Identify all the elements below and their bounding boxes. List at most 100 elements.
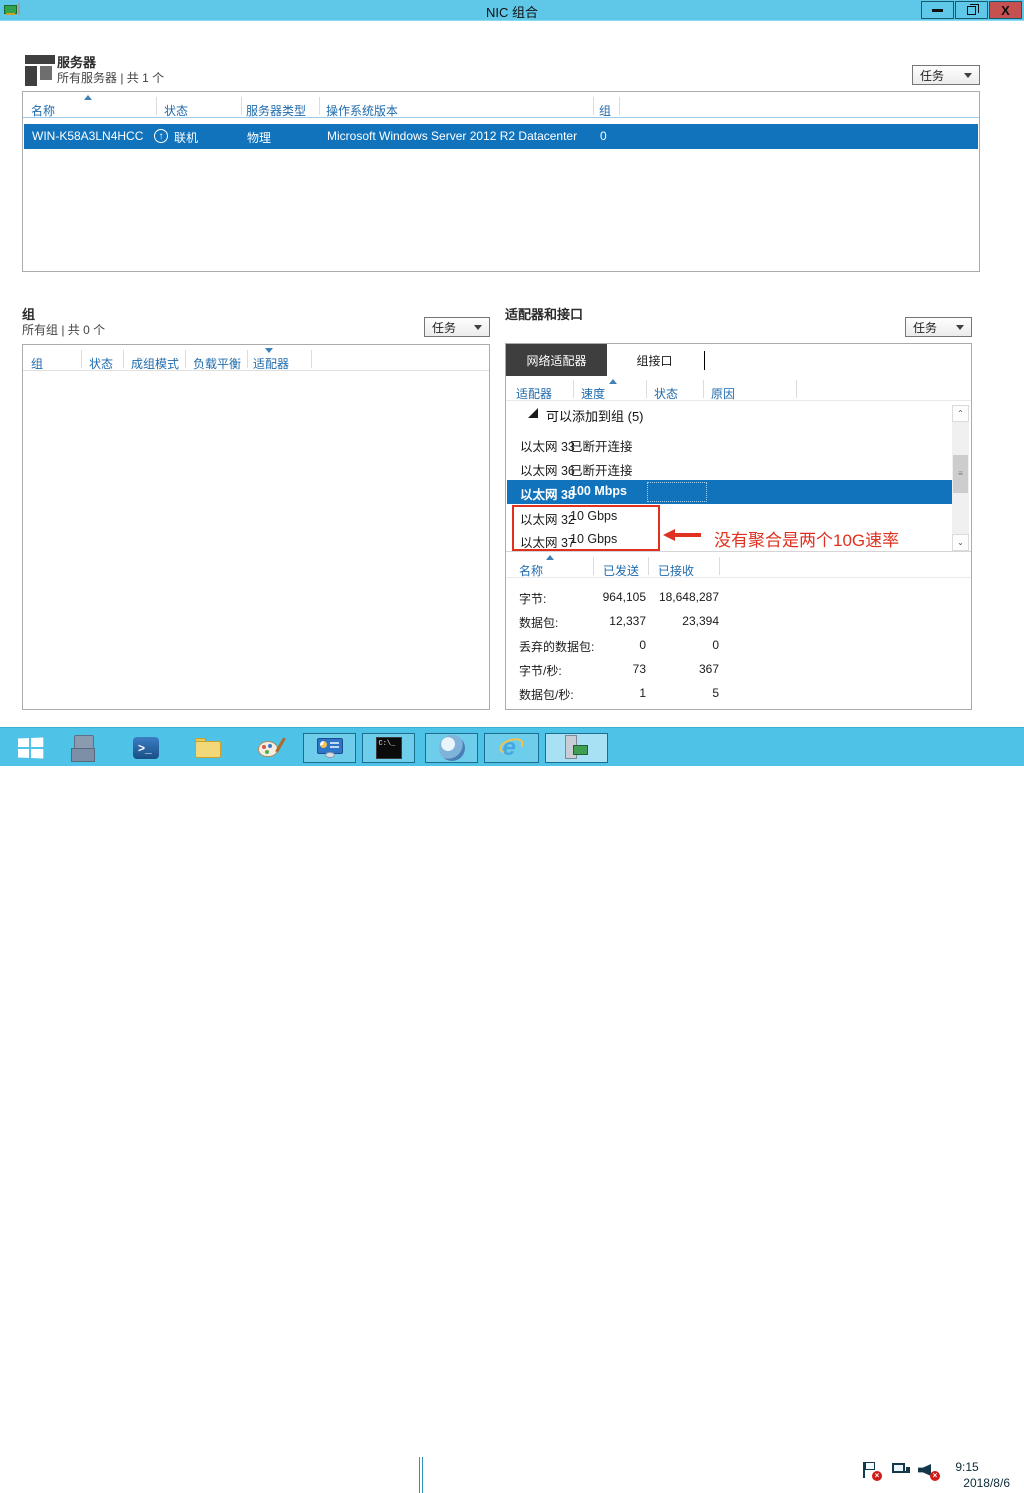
flag-icon: × <box>862 1461 878 1479</box>
adapter-name: 以太网 36 <box>520 460 575 479</box>
col-adapters[interactable]: 适配器 <box>253 355 289 372</box>
clock-time: 9:15 <box>930 1459 1010 1475</box>
col-status[interactable]: 状态 <box>654 385 678 402</box>
sort-desc-icon <box>265 348 273 353</box>
scrollbar-thumb[interactable]: ≡ <box>953 455 968 493</box>
teams-table-header: 组 状态 成组模式 负载平衡 适配器 <box>23 345 489 371</box>
adapter-list-scrollbar[interactable]: ⌃ ≡ ⌄ <box>952 405 969 551</box>
col-speed[interactable]: 速度 <box>581 385 605 402</box>
servers-icon <box>25 53 57 86</box>
qq-browser-button[interactable] <box>425 733 478 763</box>
server-row[interactable]: WIN-K58A3LN4HCC ↑ 联机 物理 Microsoft Window… <box>24 124 978 149</box>
taskbar-divider <box>422 1457 423 1493</box>
start-button[interactable] <box>10 733 50 763</box>
stat-row: 字节: 964,105 18,648,287 <box>506 585 971 609</box>
annotation-highlight-box <box>512 505 660 551</box>
paint-palette-icon <box>258 737 282 759</box>
command-prompt-button[interactable]: C:\_ <box>362 733 415 763</box>
server-manager-button[interactable] <box>66 733 102 763</box>
col-server-type[interactable]: 服务器类型 <box>246 102 306 119</box>
adapter-row[interactable]: 以太网 36 已断开连接 <box>507 456 952 480</box>
file-explorer-button[interactable] <box>190 733 226 763</box>
adapters-tasks-label: 任务 <box>913 319 937 336</box>
computer-management-icon <box>317 738 343 758</box>
nic-teaming-icon <box>563 735 591 761</box>
servers-tasks-button[interactable]: 任务 <box>912 65 980 85</box>
teams-table: 组 状态 成组模式 负载平衡 适配器 <box>22 344 490 710</box>
tray-clock[interactable]: 9:15 2018/8/6 <box>930 1459 1010 1491</box>
tab-network-adapters[interactable]: 网络适配器 <box>506 344 607 376</box>
paint-button[interactable] <box>252 733 288 763</box>
col-reason[interactable]: 原因 <box>711 385 735 402</box>
servers-subtitle: 所有服务器 | 共 1 个 <box>57 69 164 86</box>
tray-network[interactable] <box>892 1461 910 1479</box>
close-button[interactable]: X <box>989 1 1022 19</box>
adapter-row-selected[interactable]: 以太网 38 100 Mbps <box>507 480 952 504</box>
powershell-button[interactable]: >_ <box>128 733 164 763</box>
adapter-speed: 已断开连接 <box>570 460 633 479</box>
scroll-up-icon[interactable]: ⌃ <box>952 405 969 422</box>
adapter-group-header[interactable]: 可以添加到组 (5) <box>546 406 644 425</box>
adapter-row[interactable]: 以太网 33 已断开连接 <box>507 432 952 456</box>
col-name[interactable]: 名称 <box>31 102 55 119</box>
tray-action-center[interactable]: × <box>862 1461 878 1479</box>
server-team-count: 0 <box>600 129 607 143</box>
window-title: NIC 组合 <box>0 2 1024 21</box>
chevron-down-icon <box>956 325 964 330</box>
col-teaming-mode[interactable]: 成组模式 <box>131 355 179 372</box>
server-manager-icon <box>74 735 94 761</box>
statistics-table: 名称 已发送 已接收 字节: 964,105 18,648,287 数据包: 1… <box>506 551 971 709</box>
focus-rectangle <box>647 482 707 502</box>
chevron-down-icon <box>964 73 972 78</box>
adapters-title: 适配器和接口 <box>505 304 583 323</box>
network-icon <box>892 1461 910 1479</box>
col-stat-name[interactable]: 名称 <box>519 562 543 579</box>
server-type: 物理 <box>247 129 271 146</box>
restore-button[interactable] <box>955 1 988 19</box>
col-load-balancing[interactable]: 负载平衡 <box>193 355 241 372</box>
command-prompt-icon: C:\_ <box>376 737 402 759</box>
computer-management-button[interactable] <box>303 733 356 763</box>
close-icon: X <box>1001 4 1010 17</box>
qq-browser-icon <box>439 735 465 761</box>
servers-table: 名称 状态 服务器类型 操作系统版本 组 WIN-K58A3LN4HCC ↑ 联… <box>22 91 980 272</box>
scroll-down-icon[interactable]: ⌄ <box>952 534 969 551</box>
adapter-name: 以太网 33 <box>520 436 575 455</box>
col-status[interactable]: 状态 <box>89 355 113 372</box>
statistics-header: 名称 已发送 已接收 <box>506 552 971 578</box>
stat-sent: 1 <box>566 686 646 700</box>
stat-received: 18,648,287 <box>649 590 719 604</box>
server-name: WIN-K58A3LN4HCC <box>32 129 143 143</box>
text-cursor <box>704 351 705 370</box>
tab-team-interfaces[interactable]: 组接口 <box>607 344 702 376</box>
stat-received: 367 <box>649 662 719 676</box>
internet-explorer-button[interactable]: e <box>484 733 539 763</box>
server-os: Microsoft Windows Server 2012 R2 Datacen… <box>327 129 577 143</box>
group-expander-icon[interactable] <box>528 408 538 418</box>
col-os-version[interactable]: 操作系统版本 <box>326 102 398 119</box>
clock-date: 2018/8/6 <box>930 1475 1010 1491</box>
col-team[interactable]: 组 <box>599 102 611 119</box>
adapters-panel: 网络适配器 组接口 适配器 速度 状态 原因 可以添加到组 (5) 以太网 33… <box>505 343 972 710</box>
stat-label: 数据包: <box>519 614 558 631</box>
minimize-button[interactable] <box>921 1 954 19</box>
chevron-down-icon <box>474 325 482 330</box>
stat-row: 数据包: 12,337 23,394 <box>506 609 971 633</box>
stat-label: 字节: <box>519 590 546 607</box>
alert-badge: × <box>872 1471 882 1481</box>
adapters-tasks-button[interactable]: 任务 <box>905 317 972 337</box>
nic-teaming-window-button[interactable] <box>545 733 608 763</box>
col-sent[interactable]: 已发送 <box>603 562 639 579</box>
col-adapter[interactable]: 适配器 <box>516 385 552 402</box>
servers-table-header: 名称 状态 服务器类型 操作系统版本 组 <box>23 92 979 118</box>
col-received[interactable]: 已接收 <box>658 562 694 579</box>
annotation-text: 没有聚合是两个10G速率 <box>714 526 899 551</box>
stat-received: 23,394 <box>649 614 719 628</box>
col-status[interactable]: 状态 <box>164 102 188 119</box>
teams-tasks-button[interactable]: 任务 <box>424 317 490 337</box>
server-status: 联机 <box>174 129 198 146</box>
stat-received: 0 <box>649 638 719 652</box>
sort-asc-icon <box>84 95 92 100</box>
adapter-name: 以太网 38 <box>520 484 575 503</box>
col-team[interactable]: 组 <box>31 355 43 372</box>
